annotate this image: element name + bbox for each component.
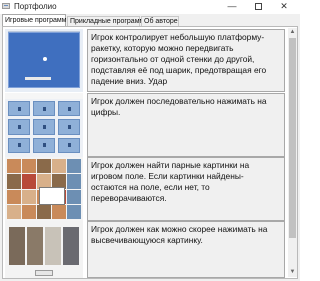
project-row: Игрок контролирует небольшую платформу-р…	[5, 29, 285, 92]
maximize-icon	[254, 3, 262, 10]
memory-pairs-game-screenshot	[5, 157, 83, 221]
tab-content-panel: Игрок контролирует небольшую платформу-р…	[2, 26, 298, 279]
project-description: Игрок контролирует небольшую платформу-р…	[87, 29, 285, 92]
portfolio-window: Портфолио — ✕ Игровые программы Прикладн…	[0, 0, 300, 281]
project-description: Игрок должен последовательно нажимать на…	[87, 93, 285, 157]
scroll-down-icon[interactable]: ▼	[288, 268, 297, 277]
paddle-shape	[25, 77, 51, 80]
app-icon	[2, 3, 10, 9]
maximize-button[interactable]	[246, 0, 270, 14]
tab-about-author[interactable]: Об авторе	[141, 16, 179, 26]
tab-applied-programs[interactable]: Прикладные программы	[67, 16, 149, 26]
tab-game-programs[interactable]: Игровые программы	[2, 14, 72, 26]
project-row: Игрок должен последовательно нажимать на…	[5, 93, 285, 157]
reaction-wolves-game-screenshot	[5, 221, 83, 278]
number-grid-game-screenshot	[5, 93, 83, 157]
project-row: Игрок должен как можно скорее нажимать н…	[5, 221, 285, 278]
scrollbar-thumb[interactable]	[289, 38, 296, 238]
vertical-scrollbar[interactable]: ▲ ▼	[288, 28, 297, 277]
scroll-up-icon[interactable]: ▲	[288, 28, 297, 37]
title-bar: Портфолио — ✕	[0, 0, 300, 14]
platformer-game-screenshot	[5, 29, 83, 92]
ball-shape	[43, 57, 47, 61]
project-description: Игрок должен найти парные картинки на иг…	[87, 157, 285, 221]
project-description: Игрок должен как можно скорее нажимать н…	[87, 221, 285, 278]
minimize-button[interactable]: —	[220, 0, 244, 14]
message-box-shape	[39, 187, 65, 205]
game-start-button-shape	[35, 270, 53, 276]
window-title: Портфолио	[14, 2, 57, 11]
project-row: Игрок должен найти парные картинки на иг…	[5, 157, 285, 221]
close-button[interactable]: ✕	[272, 0, 296, 14]
